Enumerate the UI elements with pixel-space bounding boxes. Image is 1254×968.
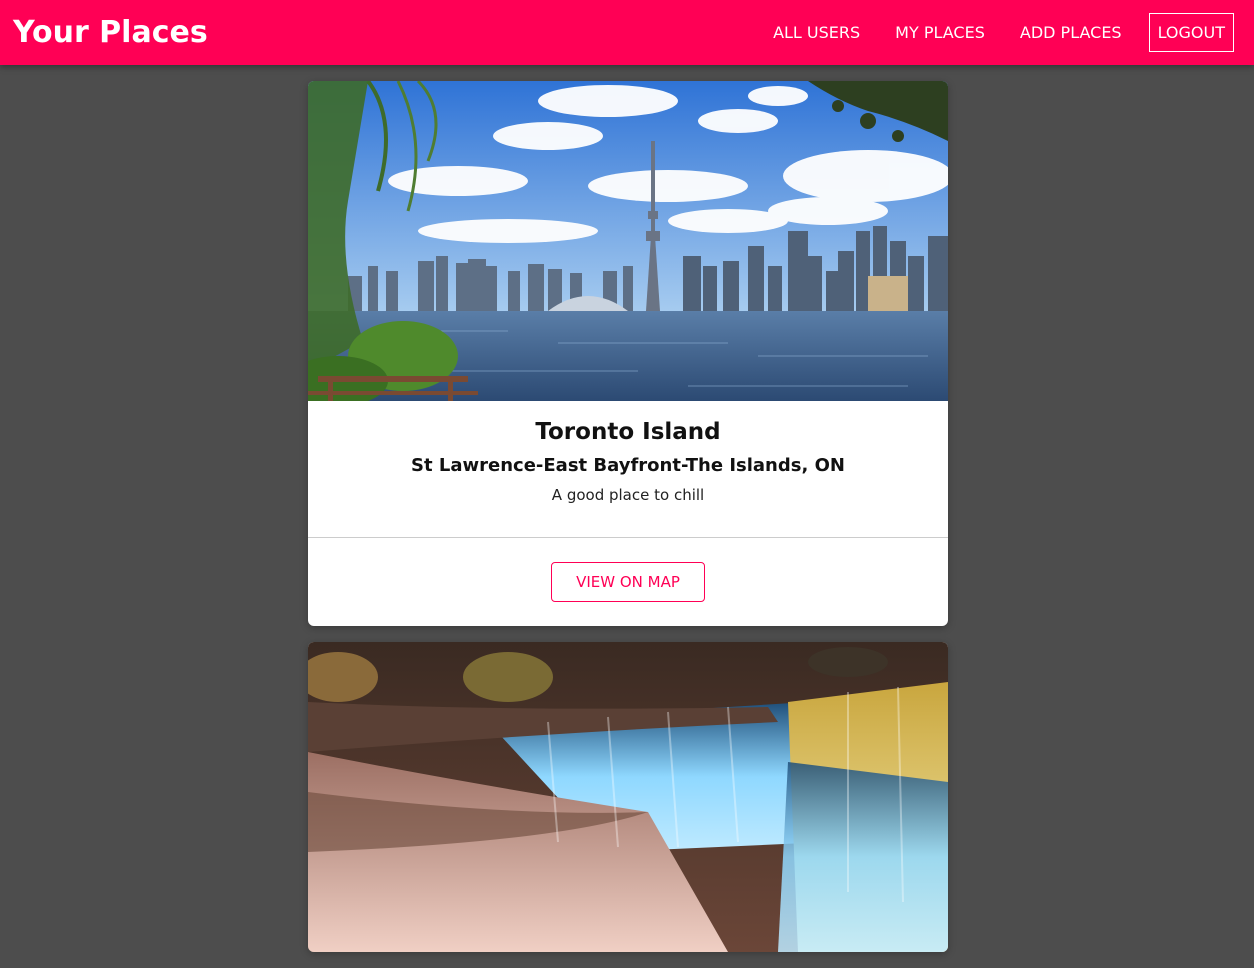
nav-my-places[interactable]: MY PLACES — [886, 13, 994, 52]
place-address: St Lawrence-East Bayfront-The Islands, O… — [411, 455, 845, 476]
place-description: A good place to chill — [551, 486, 705, 504]
place-info: Toronto Island St Lawrence-East Bayfront… — [308, 401, 948, 538]
nav-add-places[interactable]: ADD PLACES — [1011, 13, 1131, 52]
app-title-link[interactable]: Your Places — [13, 15, 208, 50]
nav-all-users[interactable]: ALL USERS — [764, 13, 869, 52]
logout-button[interactable]: LOGOUT — [1148, 13, 1234, 52]
place-image-toronto-skyline — [308, 81, 948, 401]
place-title: Toronto Island — [535, 419, 721, 445]
niagara-falls-image — [308, 642, 948, 952]
place-actions: VIEW ON MAP — [308, 538, 948, 626]
main-navigation: ALL USERS MY PLACES ADD PLACES LOGOUT — [747, 13, 1234, 52]
place-card — [308, 642, 948, 952]
view-on-map-button[interactable]: VIEW ON MAP — [551, 562, 705, 602]
place-image-waterfall — [308, 642, 948, 952]
place-list: Toronto Island St Lawrence-East Bayfront… — [308, 81, 948, 968]
place-card: Toronto Island St Lawrence-East Bayfront… — [308, 81, 948, 626]
toronto-skyline-image — [308, 81, 948, 401]
main-header: Your Places ALL USERS MY PLACES ADD PLAC… — [0, 0, 1254, 65]
